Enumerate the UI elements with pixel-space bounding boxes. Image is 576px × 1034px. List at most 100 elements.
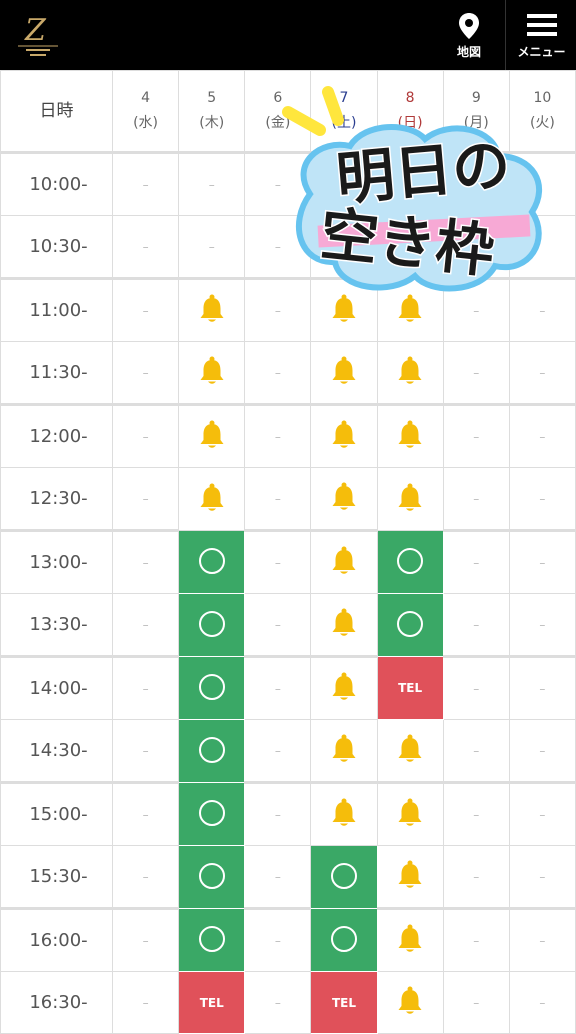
slot-unavailable: – xyxy=(244,341,312,405)
circle-icon xyxy=(198,925,225,952)
circle-icon xyxy=(330,862,357,889)
slot-notify[interactable] xyxy=(376,907,444,972)
slot-notify[interactable] xyxy=(376,971,444,1034)
slot-unavailable: – xyxy=(178,151,246,216)
slot-notify[interactable] xyxy=(310,781,378,846)
slot-notify[interactable] xyxy=(376,341,444,405)
bell-icon xyxy=(332,356,356,384)
time-slot-row: 14:30- – – – – xyxy=(0,719,576,783)
slot-unavailable: – xyxy=(442,467,510,531)
slot-available[interactable] xyxy=(310,908,378,972)
time-label: 14:30- xyxy=(0,719,113,783)
slot-notify[interactable] xyxy=(178,403,246,468)
slot-unavailable: – xyxy=(111,907,180,972)
slot-unavailable: – xyxy=(244,403,312,468)
brand-logo[interactable]: Z xyxy=(12,8,64,62)
slot-unavailable: – xyxy=(244,781,312,846)
slot-unavailable: – xyxy=(111,529,180,594)
time-label: 16:00- xyxy=(0,907,113,972)
slot-unavailable: – xyxy=(508,907,576,972)
datetime-header: 日時 xyxy=(0,70,113,153)
slot-available[interactable] xyxy=(310,845,378,909)
svg-text:Z: Z xyxy=(24,13,47,48)
slot-notify[interactable] xyxy=(178,277,246,342)
bell-icon xyxy=(398,986,422,1014)
slot-unavailable: – xyxy=(244,971,312,1034)
slot-notify[interactable] xyxy=(178,467,246,531)
slot-available[interactable] xyxy=(178,719,246,783)
slot-unavailable: – xyxy=(508,781,576,846)
slot-unavailable: – xyxy=(508,971,576,1034)
slot-unavailable: – xyxy=(244,719,312,783)
slot-notify[interactable] xyxy=(376,845,444,909)
slot-notify[interactable] xyxy=(376,719,444,783)
slot-available[interactable] xyxy=(178,593,246,657)
circle-icon xyxy=(198,799,225,826)
slot-unavailable: – xyxy=(244,593,312,657)
slot-unavailable: – xyxy=(111,781,180,846)
slot-unavailable: – xyxy=(111,593,180,657)
slot-notify[interactable] xyxy=(310,719,378,783)
slot-available[interactable] xyxy=(178,530,246,594)
time-slot-row: 16:00- – – – – xyxy=(0,907,576,972)
slot-notify[interactable] xyxy=(376,403,444,468)
tomorrow-availability-overlay: 明日の 空き枠 xyxy=(282,86,543,292)
slot-notify[interactable] xyxy=(310,593,378,657)
time-slot-row: 16:30- – TEL – TEL – – xyxy=(0,971,576,1034)
slot-unavailable: – xyxy=(111,467,180,531)
bell-icon xyxy=(398,860,422,888)
circle-icon xyxy=(198,862,225,889)
slot-unavailable: – xyxy=(111,151,180,216)
slot-tel[interactable]: TEL xyxy=(310,971,378,1034)
slot-unavailable: – xyxy=(508,655,576,720)
slot-unavailable: – xyxy=(442,971,510,1034)
slot-unavailable: – xyxy=(111,403,180,468)
bell-icon xyxy=(398,798,422,826)
bell-icon xyxy=(332,420,356,448)
slot-notify[interactable] xyxy=(310,529,378,594)
slot-unavailable: – xyxy=(442,719,510,783)
day-header: 4 (水) xyxy=(111,70,180,153)
slot-unavailable: – xyxy=(508,719,576,783)
slot-available[interactable] xyxy=(178,845,246,909)
slot-unavailable: – xyxy=(508,467,576,531)
bell-icon xyxy=(200,420,224,448)
time-slot-row: 12:00- – – – – xyxy=(0,403,576,468)
map-button[interactable]: 地図 xyxy=(436,0,502,70)
time-label: 15:30- xyxy=(0,845,113,909)
bell-icon xyxy=(398,356,422,384)
slot-unavailable: – xyxy=(442,529,510,594)
bell-icon xyxy=(332,546,356,574)
slot-unavailable: – xyxy=(508,845,576,909)
circle-icon xyxy=(198,736,225,763)
time-label: 12:00- xyxy=(0,403,113,468)
slot-unavailable: – xyxy=(111,845,180,909)
slot-notify[interactable] xyxy=(310,467,378,531)
slot-tel[interactable]: TEL xyxy=(178,971,246,1034)
menu-button[interactable]: メニュー xyxy=(505,0,576,70)
slot-unavailable: – xyxy=(111,215,180,279)
slot-notify[interactable] xyxy=(178,341,246,405)
slot-notify[interactable] xyxy=(376,781,444,846)
circle-icon xyxy=(397,610,424,637)
slot-available[interactable] xyxy=(376,593,444,657)
bell-icon xyxy=(398,483,422,511)
slot-tel[interactable]: TEL xyxy=(376,656,444,720)
slot-available[interactable] xyxy=(178,656,246,720)
slot-available[interactable] xyxy=(178,782,246,846)
time-slot-row: 14:00- – – TEL – – xyxy=(0,655,576,720)
slot-notify[interactable] xyxy=(310,403,378,468)
slot-notify[interactable] xyxy=(310,655,378,720)
slot-notify[interactable] xyxy=(376,467,444,531)
bell-icon xyxy=(200,356,224,384)
slot-available[interactable] xyxy=(178,908,246,972)
slot-unavailable: – xyxy=(442,403,510,468)
map-label: 地図 xyxy=(456,45,481,59)
time-slot-row: 13:30- – – – – xyxy=(0,593,576,657)
slot-available[interactable] xyxy=(376,530,444,594)
slot-unavailable: – xyxy=(508,529,576,594)
circle-icon xyxy=(198,610,225,637)
menu-label: メニュー xyxy=(517,45,566,59)
time-slot-row: 15:30- – – – – xyxy=(0,845,576,909)
slot-notify[interactable] xyxy=(310,341,378,405)
